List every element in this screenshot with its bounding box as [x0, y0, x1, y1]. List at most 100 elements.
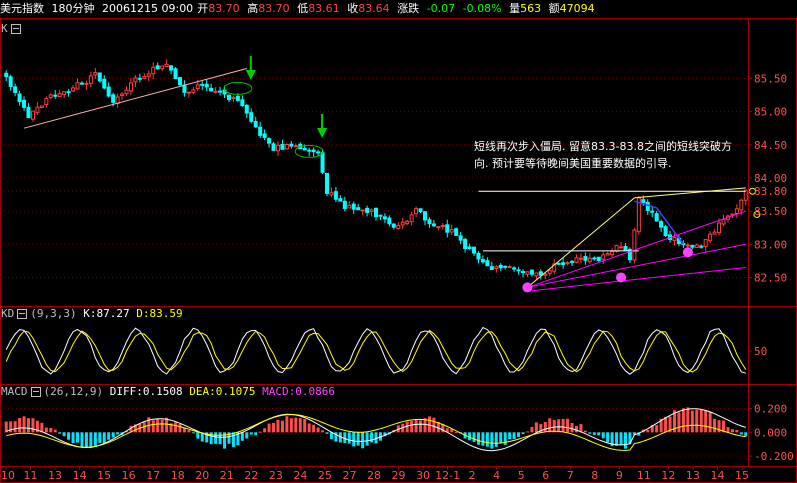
candle-body — [106, 86, 111, 97]
pivot-dot — [682, 247, 693, 258]
chart-canvas: 82.50 83.00 83.50 83.8084.00 84.50 85.00 85.50… — [0, 18, 797, 483]
candle-body — [280, 143, 285, 150]
kd-params: (9,3,3) — [30, 307, 77, 320]
candle-body — [235, 95, 240, 101]
macd-value: 0.0866 — [295, 385, 335, 398]
candle-body — [690, 244, 695, 248]
time-tick-label: 13 — [686, 469, 700, 482]
candle-body — [356, 207, 361, 211]
macd-histogram-bar — [557, 419, 561, 433]
macd-histogram-bar — [209, 432, 213, 445]
candle-body — [498, 264, 503, 269]
open-value: 83.70 — [208, 2, 240, 15]
collapse-icon[interactable] — [30, 387, 41, 397]
macd-histogram-bar — [686, 407, 690, 433]
d-line — [5, 329, 747, 373]
candle-body — [485, 260, 490, 267]
macd-histogram-bar — [588, 432, 592, 434]
candle-body — [374, 207, 378, 218]
time-tick-label: 15 — [735, 469, 749, 482]
candle-body — [155, 65, 160, 70]
macd-histogram-bar — [187, 430, 191, 433]
macd-histogram-bar — [427, 416, 431, 433]
macd-histogram-bar — [352, 432, 356, 447]
macd-histogram-bar — [80, 432, 84, 448]
macd-histogram-bar — [214, 432, 218, 444]
macd-histogram-bar — [361, 432, 365, 449]
candle-body — [534, 272, 539, 277]
candle-body — [146, 73, 151, 77]
macd-histogram-bar — [31, 418, 35, 433]
candle-body — [258, 126, 263, 136]
candle-body — [17, 93, 22, 103]
time-tick-label: 21 — [220, 469, 234, 482]
macd-histogram-bar — [307, 423, 311, 433]
collapse-icon[interactable] — [17, 309, 28, 319]
time-tick-label: 16 — [122, 469, 136, 482]
macd-tick-label: -0.200 — [754, 450, 794, 463]
macd-histogram-bar — [22, 416, 26, 433]
macd-histogram-bar — [53, 429, 57, 433]
low-value: 83.61 — [308, 2, 340, 15]
candle-body — [320, 152, 325, 173]
candle-body — [423, 211, 428, 221]
macd-histogram-bar — [160, 419, 164, 433]
candle-body — [102, 78, 107, 89]
macd-histogram-bar — [325, 432, 329, 434]
price-tick-label: 85.00 — [754, 106, 787, 119]
macd-params: (26,12,9) — [43, 385, 104, 398]
outer-frame — [0, 18, 797, 483]
candle-body — [226, 94, 231, 101]
candle-body — [160, 65, 165, 70]
time-tick-label: 14 — [73, 469, 87, 482]
macd-histogram-bar — [272, 422, 276, 433]
candle-body — [694, 244, 699, 249]
candle-body — [142, 76, 147, 79]
candle-body — [333, 191, 338, 200]
candle-body — [88, 75, 93, 84]
macd-histogram-bar — [490, 432, 494, 449]
candle-body — [654, 213, 659, 222]
collapse-icon[interactable] — [10, 24, 21, 34]
candle-body — [610, 251, 615, 256]
time-tick-label: 23 — [269, 469, 283, 482]
macd-histogram-bar — [552, 420, 556, 433]
main-pane-label: K — [1, 22, 24, 35]
time-tick-label: 29 — [392, 469, 406, 482]
channel-line-upper — [527, 210, 746, 288]
candle-body — [8, 76, 13, 87]
candle-body — [565, 262, 570, 265]
macd-histogram-bar — [240, 432, 244, 441]
macd-histogram-bar — [27, 418, 31, 433]
candle-body — [556, 262, 561, 265]
candle-body — [516, 269, 521, 272]
candle-body — [4, 72, 9, 78]
macd-histogram-bar — [263, 428, 267, 433]
time-tick-label: 12 — [661, 469, 675, 482]
macd-histogram-bar — [566, 418, 570, 433]
period-label[interactable]: 180分钟 — [52, 2, 95, 15]
macd-histogram-bar — [289, 418, 293, 433]
macd-histogram-bar — [151, 420, 155, 433]
macd-histogram-bar — [298, 418, 302, 433]
time-tick-label: 13 — [48, 469, 62, 482]
time-tick-label: 14 — [710, 469, 724, 482]
trend-overlays — [23, 56, 761, 293]
candle-body — [458, 235, 463, 241]
candle-body — [414, 208, 419, 215]
macd-histogram-bar — [365, 432, 369, 446]
macd-histogram-bar — [249, 432, 253, 435]
candle-body — [445, 224, 450, 233]
analysis-annotation: 短线再次步入僵局. 留意83.3-83.8之间的短线突破方向. 预计要等待晚间美… — [474, 140, 732, 170]
time-tick-label: 27 — [342, 469, 356, 482]
candle-body — [191, 89, 196, 93]
macd-histogram-bar — [432, 417, 436, 433]
candle-body — [347, 205, 352, 209]
candle-body — [204, 83, 209, 88]
macd-histogram-bar — [276, 419, 280, 433]
candle-body — [195, 84, 200, 90]
candle-body — [351, 203, 356, 210]
candle-body — [26, 107, 31, 119]
time-tick-label: 5 — [518, 469, 525, 482]
candle-body — [601, 254, 606, 260]
